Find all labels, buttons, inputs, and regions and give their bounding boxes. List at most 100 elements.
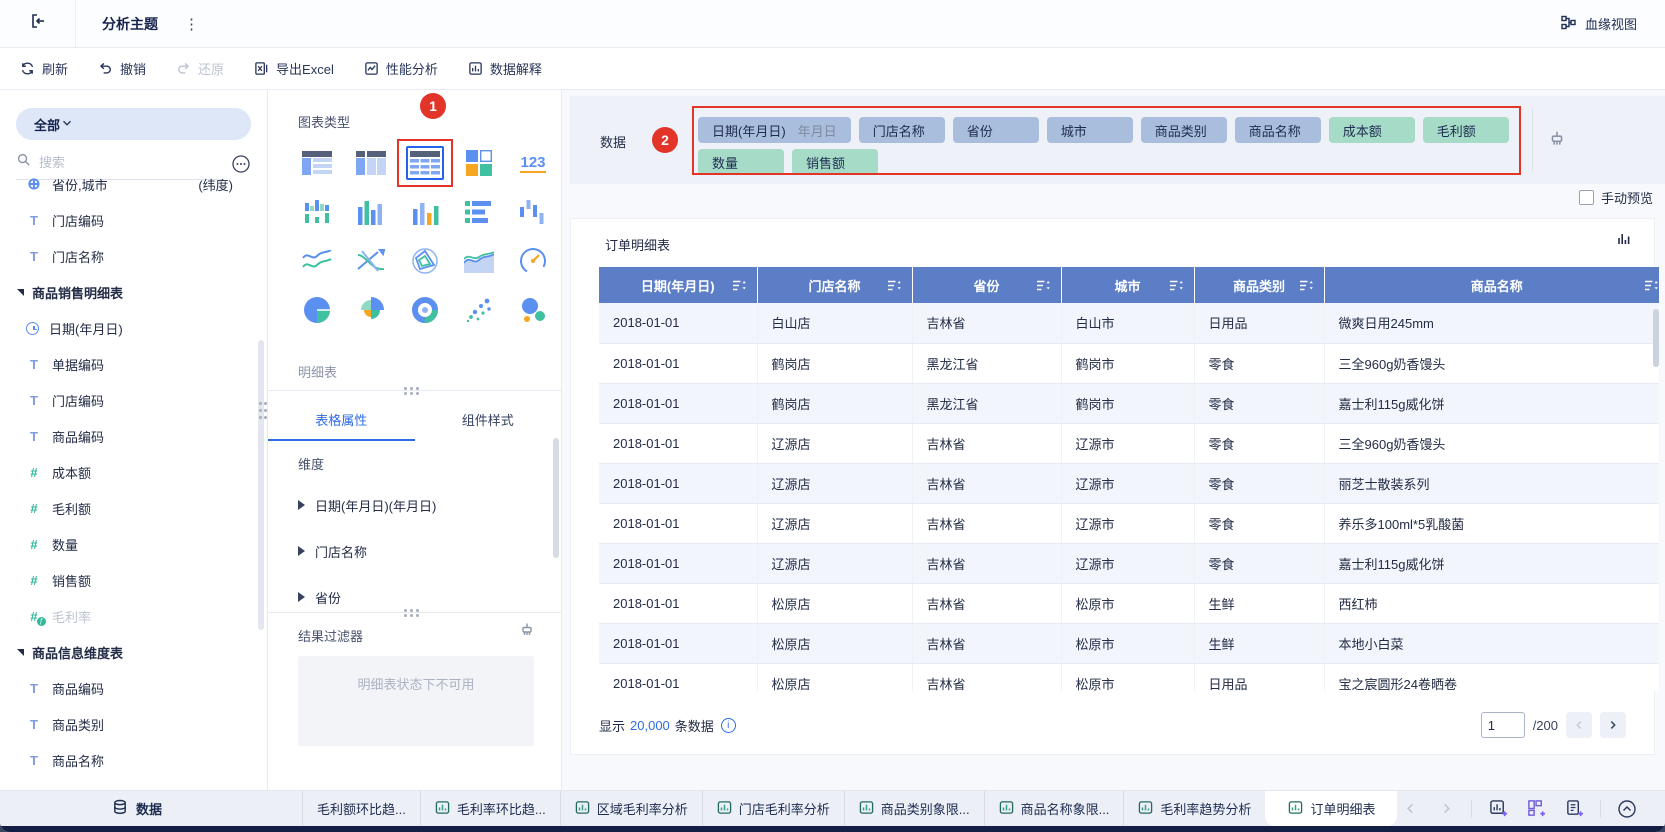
- field-pill[interactable]: 商品类别: [1140, 117, 1227, 143]
- chart-type-rose-icon[interactable]: [352, 293, 390, 327]
- field-pill[interactable]: 商品名称: [1234, 117, 1321, 143]
- data-explain-button[interactable]: 数据解释: [468, 59, 542, 78]
- field-list-item[interactable]: 商品名称: [0, 742, 267, 778]
- table-row[interactable]: 2018-01-01 辽源店 吉林省 辽源市 零食 三全960g奶香馒头: [599, 423, 1659, 464]
- chart-type-scatter-icon[interactable]: [460, 293, 498, 327]
- sort-icon[interactable]: [1036, 278, 1051, 293]
- chart-type-waterfall-icon[interactable]: [514, 195, 552, 229]
- lineage-view-button[interactable]: 血缘视图: [1560, 14, 1637, 34]
- dimension-item[interactable]: 省份: [298, 574, 528, 620]
- chart-preview-icon[interactable]: [1616, 231, 1632, 252]
- performance-analysis-button[interactable]: 性能分析: [364, 59, 438, 78]
- table-row[interactable]: 2018-01-01 鹤岗店 黑龙江省 鹤岗市 零食 嘉士利115g威化饼: [599, 383, 1659, 424]
- chart-type-pie-icon[interactable]: [298, 293, 336, 327]
- sheet-tab[interactable]: 区域毛利率分析: [559, 791, 702, 826]
- expand-caret-icon[interactable]: [298, 592, 305, 602]
- next-page-button[interactable]: [1600, 712, 1626, 738]
- clear-filter-icon[interactable]: [519, 622, 535, 643]
- chart-type-line-icon[interactable]: [298, 244, 336, 278]
- chart-type-color-block-icon[interactable]: [460, 146, 498, 180]
- chart-type-column-mixed-icon[interactable]: [406, 195, 444, 229]
- field-list-item[interactable]: 门店编码: [0, 202, 267, 238]
- field-list-item[interactable]: 毛利率: [0, 598, 267, 634]
- sidebar-scrollbar[interactable]: [258, 340, 264, 630]
- tabs-scroll-left-icon[interactable]: [1399, 798, 1421, 820]
- sort-icon[interactable]: [1299, 278, 1314, 293]
- table-scrollbar[interactable]: [1653, 309, 1659, 367]
- sheet-tab[interactable]: 毛利率趋势分析: [1123, 791, 1265, 826]
- table-row[interactable]: 2018-01-01 辽源店 吉林省 辽源市 零食 嘉士利115g威化饼: [599, 543, 1659, 584]
- table-row[interactable]: 2018-01-01 松原店 吉林省 松原市 日用品 宝之宸圆形24卷晒卷: [599, 663, 1659, 691]
- manual-preview-checkbox[interactable]: [1578, 190, 1594, 205]
- row-count-value[interactable]: 20,000: [630, 718, 670, 733]
- column-header[interactable]: 商品类别: [1194, 267, 1325, 303]
- table-row[interactable]: 2018-01-01 白山店 吉林省 白山市 日用品 微爽日用245mm: [599, 303, 1659, 344]
- chart-type-radar-icon[interactable]: [406, 244, 444, 278]
- scope-selector[interactable]: 全部: [16, 108, 251, 140]
- chart-type-donut-icon[interactable]: [406, 293, 444, 327]
- manual-preview-toggle[interactable]: 手动预览: [1578, 188, 1653, 207]
- field-pill[interactable]: 成本额: [1328, 117, 1415, 143]
- data-tab-button[interactable]: 数据: [112, 791, 162, 826]
- field-list-item[interactable]: 单据编码: [0, 346, 267, 382]
- sheet-tab[interactable]: 订单明细表: [1265, 791, 1398, 826]
- column-header[interactable]: 省份: [912, 267, 1062, 303]
- page-number-input[interactable]: [1480, 712, 1525, 738]
- sheet-tab[interactable]: 门店毛利率分析: [701, 791, 844, 826]
- field-pill[interactable]: 门店名称: [858, 117, 945, 143]
- expand-caret-icon[interactable]: [298, 546, 305, 556]
- field-list-item[interactable]: 商品编码: [0, 418, 267, 454]
- table-row[interactable]: 2018-01-01 辽源店 吉林省 辽源市 零食 养乐多100ml*5乳酸菌: [599, 503, 1659, 544]
- table-row[interactable]: 2018-01-01 松原店 吉林省 松原市 生鲜 本地小白菜: [599, 623, 1659, 664]
- field-pill[interactable]: 城市: [1046, 117, 1133, 143]
- table-row[interactable]: 2018-01-01 松原店 吉林省 松原市 生鲜 西红柿: [599, 583, 1659, 624]
- add-dashboard-icon[interactable]: [1524, 797, 1548, 821]
- info-icon[interactable]: i: [720, 717, 736, 733]
- add-report-icon[interactable]: [1562, 797, 1586, 821]
- filter-resize-handle[interactable]: [404, 609, 407, 612]
- field-pill[interactable]: 数量: [698, 149, 784, 175]
- chart-type-multi-axis-bar-icon[interactable]: [298, 195, 336, 229]
- property-tab[interactable]: 表格属性: [268, 398, 415, 441]
- chart-type-gauge-icon[interactable]: [514, 244, 552, 278]
- field-list-item[interactable]: 日期(年月日): [0, 310, 267, 346]
- column-header[interactable]: 日期(年月日): [599, 267, 758, 303]
- field-list-item[interactable]: 商品销售明细表: [0, 274, 267, 310]
- property-tab[interactable]: 组件样式: [415, 398, 562, 441]
- sheet-tab[interactable]: 商品名称象限...: [983, 791, 1124, 826]
- exit-button[interactable]: [0, 0, 76, 47]
- chart-type-area-icon[interactable]: [460, 244, 498, 278]
- tabs-scroll-right-icon[interactable]: [1435, 798, 1457, 820]
- field-list-item[interactable]: 销售额: [0, 562, 267, 598]
- chart-type-cross-table-icon[interactable]: [352, 146, 390, 180]
- more-circle-icon[interactable]: [231, 154, 251, 179]
- field-list-item[interactable]: 数量: [0, 526, 267, 562]
- field-list-item[interactable]: 成本额: [0, 454, 267, 490]
- column-header[interactable]: 商品名称: [1324, 267, 1659, 303]
- table-row[interactable]: 2018-01-01 鹤岗店 黑龙江省 鹤岗市 零食 三全960g奶香馒头: [599, 343, 1659, 384]
- chart-type-kpi-icon[interactable]: 123: [514, 146, 552, 180]
- table-row[interactable]: 2018-01-01 辽源店 吉林省 辽源市 零食 丽芝士散装系列: [599, 463, 1659, 504]
- field-list-item[interactable]: 商品类别: [0, 706, 267, 742]
- sort-icon[interactable]: [887, 278, 902, 293]
- config-panel-scrollbar[interactable]: [553, 438, 559, 558]
- field-list-item[interactable]: 商品信息维度表: [0, 634, 267, 670]
- chart-type-column-icon[interactable]: [352, 195, 390, 229]
- field-list-item[interactable]: 商品编码: [0, 670, 267, 706]
- field-list-item[interactable]: 门店编码: [0, 382, 267, 418]
- sidebar-drag-handle[interactable]: [259, 402, 262, 405]
- more-options-icon[interactable]: ⋮: [184, 15, 200, 33]
- dimension-item[interactable]: 日期(年月日)(年月日): [298, 482, 528, 528]
- sheet-tab[interactable]: 毛利率环比趋...: [419, 791, 560, 826]
- search-input[interactable]: [39, 154, 169, 170]
- field-pill[interactable]: 日期(年月日) 年月日: [698, 117, 851, 143]
- add-chart-component-icon[interactable]: [1486, 797, 1510, 821]
- column-header[interactable]: 门店名称: [757, 267, 913, 303]
- chart-type-detail-table-icon[interactable]: [406, 146, 444, 180]
- sheet-tab[interactable]: 商品类别象限...: [843, 791, 984, 826]
- panel-resize-handle[interactable]: [404, 387, 407, 390]
- chart-type-grouped-table-icon[interactable]: [298, 146, 336, 180]
- chart-type-bar-icon[interactable]: [460, 195, 498, 229]
- export-excel-button[interactable]: 导出Excel: [254, 59, 334, 78]
- sort-icon[interactable]: [1644, 278, 1659, 293]
